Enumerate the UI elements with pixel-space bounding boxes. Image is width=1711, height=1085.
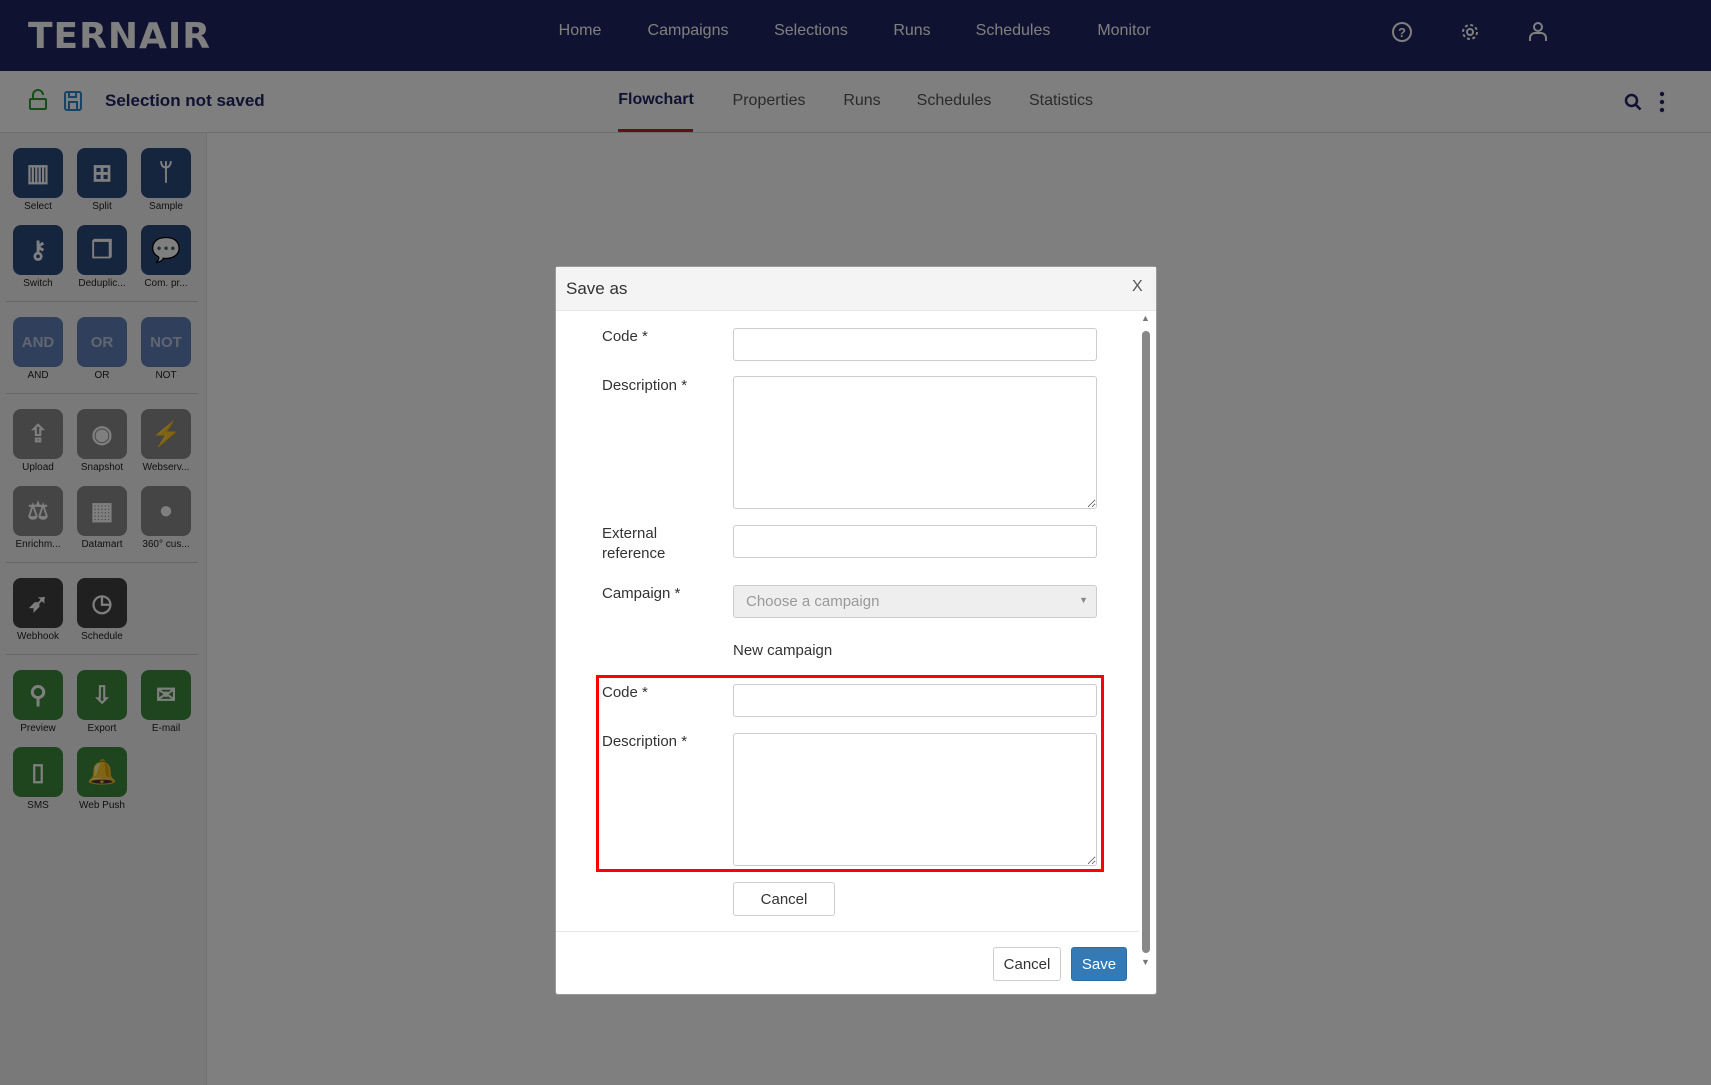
code-label: Code *: [602, 328, 648, 345]
save-as-dialog: Save as X Code * Description * External r…: [555, 266, 1157, 995]
scroll-down-arrow[interactable]: ▼: [1141, 957, 1151, 969]
code-input[interactable]: [733, 328, 1097, 361]
external-reference-input[interactable]: [733, 525, 1097, 558]
scrollbar-thumb[interactable]: [1142, 331, 1150, 953]
scroll-up-arrow[interactable]: ▲: [1141, 313, 1151, 325]
new-campaign-code-input[interactable]: [733, 684, 1097, 717]
campaign-select-placeholder: Choose a campaign: [746, 593, 880, 610]
new-campaign-code-label: Code *: [602, 684, 648, 701]
description-label: Description *: [602, 377, 688, 394]
description-textarea[interactable]: [733, 376, 1097, 509]
external-reference-label-line2: reference: [602, 545, 666, 562]
new-campaign-link[interactable]: New campaign: [733, 642, 832, 659]
new-campaign-description-label: Description *: [602, 733, 688, 750]
external-reference-label-line1: External: [602, 525, 658, 542]
dialog-header: Save as X: [556, 267, 1156, 311]
close-button[interactable]: X: [1132, 278, 1143, 296]
chevron-down-icon: ▼: [1079, 595, 1088, 605]
cancel-button[interactable]: Cancel: [993, 947, 1061, 981]
dialog-title: Save as: [566, 279, 628, 298]
new-campaign-description-textarea[interactable]: [733, 733, 1097, 866]
footer-divider: [556, 931, 1139, 932]
cancel-new-campaign-button[interactable]: Cancel: [733, 882, 835, 916]
save-button[interactable]: Save: [1071, 947, 1127, 981]
campaign-label: Campaign *: [602, 585, 681, 602]
external-reference-label: External reference: [602, 524, 665, 564]
campaign-select[interactable]: Choose a campaign ▼: [733, 585, 1097, 618]
